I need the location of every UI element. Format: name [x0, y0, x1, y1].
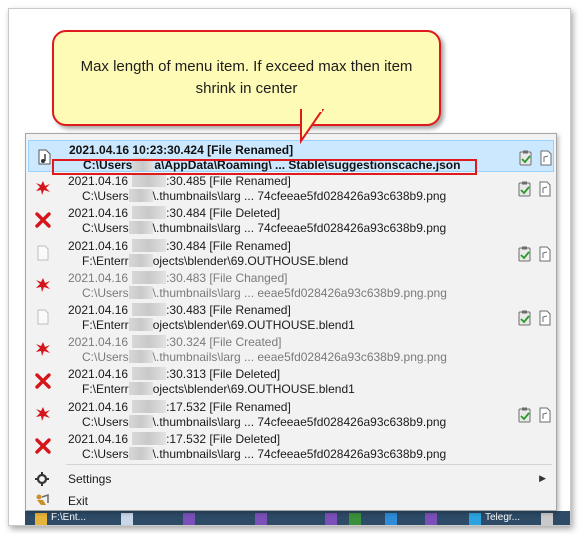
red-x-icon: [34, 372, 52, 390]
event-timestamp-label: 2021.04.16 10:23:30.424 [File Renamed]: [69, 143, 294, 157]
blank-file-icon: [34, 244, 52, 262]
copy-to-clipboard-icon[interactable]: [518, 407, 532, 423]
menu-item-file-event[interactable]: 2021.04.16:30.485 [File Renamed] C:\Users…: [28, 172, 554, 204]
event-timestamp-label: 2021.04.16:30.483 [File Renamed]: [68, 303, 291, 317]
menu-item-file-event[interactable]: 2021.04.16:30.313 [File Deleted] F:\Enter…: [28, 365, 554, 397]
copy-to-clipboard-icon[interactable]: [518, 246, 532, 262]
visual-studio-icon[interactable]: [325, 513, 337, 525]
submenu-arrow-icon: ▶: [539, 473, 546, 483]
open-file-icon[interactable]: [538, 246, 552, 262]
redacted-blur: [132, 399, 167, 413]
visual-studio-icon[interactable]: [183, 513, 195, 525]
event-timestamp-label: 2021.04.16:17.532 [File Renamed]: [68, 399, 291, 414]
max-length-highlight: [52, 159, 477, 175]
menu-item-file-event[interactable]: 2021.04.16:30.324 [File Created] C:\Users…: [28, 333, 554, 365]
event-path-label: F:\Enterr ojects\blender\69.OUTHOUSE.blen…: [82, 253, 349, 268]
event-timestamp-label: 2021.04.16:30.483 [File Changed]: [68, 270, 288, 285]
redacted-blur: [132, 238, 167, 252]
event-path-label: F:\Enterr ojects\blender\69.OUTHOUSE.blen…: [82, 318, 355, 332]
open-file-icon[interactable]: [538, 181, 552, 197]
menu-separator: [66, 464, 552, 465]
open-file-icon[interactable]: [539, 150, 553, 166]
red-x-icon: [34, 211, 52, 229]
red-x-icon: [34, 437, 52, 455]
red-splat-icon: [34, 405, 52, 423]
settings-label: Settings: [68, 472, 112, 486]
telegram-label[interactable]: Telegr...: [485, 512, 520, 523]
telegram-icon[interactable]: [469, 513, 481, 525]
redacted-blur: [128, 382, 153, 396]
app-icon[interactable]: [121, 513, 133, 525]
menu-item-file-event[interactable]: 2021.04.16:30.483 [File Changed] C:\Users…: [28, 269, 554, 301]
context-menu: 2021.04.16 10:23:30.424 [File Renamed] C:…: [25, 133, 557, 511]
redacted-blur: [128, 318, 153, 331]
event-timestamp-label: 2021.04.16:30.484 [File Deleted]: [68, 206, 281, 221]
callout-pointer: [300, 109, 325, 145]
folder-icon[interactable]: [35, 513, 47, 525]
blank-file-icon: [34, 308, 52, 326]
app-icon[interactable]: [385, 513, 397, 525]
red-splat-icon: [34, 276, 52, 294]
event-timestamp-label: 2021.04.16:30.484 [File Renamed]: [68, 238, 291, 253]
event-path-label: C:\Users \.thumbnails\larg ... eeae5fd028…: [82, 285, 447, 300]
redacted-blur: [132, 174, 167, 188]
redacted-blur: [128, 189, 153, 203]
redacted-blur: [132, 270, 167, 284]
visual-studio-icon[interactable]: [425, 513, 437, 525]
redacted-blur: [132, 367, 167, 381]
redacted-blur: [128, 285, 153, 299]
visual-studio-icon[interactable]: [255, 513, 267, 525]
open-file-icon[interactable]: [538, 310, 552, 326]
menu-item-settings[interactable]: Settings ▶: [28, 468, 554, 490]
redacted-blur: [132, 431, 167, 445]
red-splat-icon: [34, 340, 52, 358]
menu-item-file-event[interactable]: 2021.04.16:30.484 [File Renamed] F:\Enter…: [28, 237, 554, 269]
redacted-blur: [132, 335, 167, 349]
taskbar-item-label[interactable]: F:\Ent...: [51, 512, 86, 523]
redacted-blur: [128, 221, 153, 235]
screenshot-frame: Max length of menu item. If exceed max t…: [8, 8, 571, 526]
event-path-label: C:\Users \.thumbnails\larg ... 74cfeeae5f…: [82, 446, 447, 461]
event-path-label: C:\Users \.thumbnails\larg ... 74cfeeae5f…: [82, 414, 447, 429]
event-path-label: C:\Users \.thumbnails\larg ... 74cfeeae5f…: [82, 221, 447, 236]
redacted-blur: [128, 253, 153, 267]
menu-item-file-event[interactable]: 2021.04.16:30.484 [File Deleted] C:\Users…: [28, 204, 554, 236]
menu-item-exit[interactable]: Exit: [28, 490, 554, 512]
callout-annotation: Max length of menu item. If exceed max t…: [52, 30, 441, 126]
event-path-label: C:\Users \.thumbnails\larg ... eeae5fd028…: [82, 350, 447, 365]
redacted-blur: [132, 206, 167, 220]
redacted-blur: [132, 303, 167, 316]
redacted-blur: [128, 350, 153, 364]
app-icon[interactable]: [541, 513, 553, 525]
taskbar: F:\Ent... Telegr...: [25, 511, 570, 525]
app-icon[interactable]: [349, 513, 361, 525]
exit-figure-icon: [36, 493, 49, 505]
event-path-label: C:\Users \.thumbnails\larg ... 74cfeeae5f…: [82, 189, 447, 204]
red-splat-icon: [34, 179, 52, 197]
gear-icon: [35, 472, 49, 486]
open-file-icon[interactable]: [538, 407, 552, 423]
redacted-blur: [128, 446, 153, 460]
menu-item-file-event[interactable]: 2021.04.16:17.532 [File Deleted] C:\Users…: [28, 430, 554, 462]
event-timestamp-label: 2021.04.16:17.532 [File Deleted]: [68, 431, 281, 446]
event-path-label: F:\Enterr ojects\blender\69.OUTHOUSE.blen…: [82, 382, 355, 397]
copy-to-clipboard-icon[interactable]: [518, 181, 532, 197]
copy-to-clipboard-icon[interactable]: [518, 310, 532, 326]
event-timestamp-label: 2021.04.16:30.485 [File Renamed]: [68, 174, 291, 189]
music-file-icon: [35, 148, 53, 166]
exit-label: Exit: [68, 494, 89, 508]
copy-to-clipboard-icon[interactable]: [519, 150, 533, 166]
event-timestamp-label: 2021.04.16:30.313 [File Deleted]: [68, 367, 281, 382]
menu-item-file-event[interactable]: 2021.04.16:17.532 [File Renamed] C:\Users…: [28, 398, 554, 430]
callout-text: Max length of menu item. If exceed max t…: [80, 58, 413, 97]
redacted-blur: [128, 414, 153, 428]
menu-item-file-event[interactable]: 2021.04.16:30.483 [File Renamed] F:\Enter…: [28, 301, 554, 333]
event-timestamp-label: 2021.04.16:30.324 [File Created]: [68, 335, 282, 350]
